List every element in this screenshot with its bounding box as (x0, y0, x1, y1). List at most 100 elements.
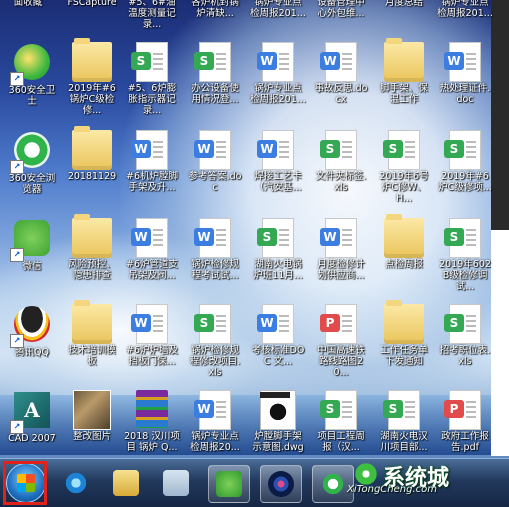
taskbar-file-explorer[interactable] (106, 465, 146, 501)
desktop-icon-wechat[interactable]: ↗ 微信 (4, 218, 60, 272)
spreadsheet-icon: S (320, 130, 357, 170)
taskbar-internet-explorer[interactable] (56, 465, 96, 501)
word-doc-icon: W (131, 130, 168, 170)
desktop-icon-rar[interactable]: 2018 汉川项目 锅炉 Q... (124, 390, 180, 453)
desktop-icon-doc[interactable]: W 锅炉检修规程考试试... (187, 218, 243, 281)
desktop-icon-xls[interactable]: S 锅炉检修规程修改项目.xls (187, 304, 243, 378)
taskbar-calculator[interactable] (156, 465, 196, 501)
folder-icon (384, 300, 424, 344)
desktop-icon-folder[interactable]: 工作任务单下发通知 (376, 300, 432, 367)
wechat-icon (216, 471, 242, 497)
window-edge-white (491, 230, 509, 456)
desktop-icon-fscapture[interactable]: FSCapture (64, 0, 120, 8)
desktop-icon-file[interactable]: 设备管理中心外包维... (313, 0, 369, 19)
desktop-icon-folder[interactable]: 20181129 (64, 126, 120, 182)
desktop-icon-doc[interactable]: W #6机炉膛脚手架及升... (124, 130, 180, 193)
desktop-icon-xls[interactable]: S 湖南火电汉川项目部... (376, 390, 432, 453)
spreadsheet-icon: S (444, 218, 481, 258)
desktop-icon-doc[interactable]: W 事故反思.docx (313, 42, 369, 105)
desktop-icon-360-browser[interactable]: ↗ 360安全浏览器 (4, 130, 60, 195)
word-doc-icon: W (194, 130, 231, 170)
folder-icon (72, 126, 112, 170)
360-browser-icon (320, 471, 346, 497)
word-doc-icon: W (131, 304, 168, 344)
desktop-icon-doc[interactable]: W 锅炉专业点检周报201... (250, 42, 306, 105)
watermark: 系统城 XiTongCheng.com (345, 458, 495, 498)
folder-icon (384, 38, 424, 82)
desktop-icon-xls[interactable]: S 项目工程周报（汉... (313, 390, 369, 453)
shortcut-arrow-icon: ↗ (10, 160, 24, 174)
spreadsheet-icon: S (257, 218, 294, 258)
desktop-icon-doc[interactable]: W 焊接工艺卡（汽安基... (250, 130, 306, 193)
spreadsheet-icon: S (194, 42, 231, 82)
pdf-icon: P (320, 304, 357, 344)
folder-icon (72, 214, 112, 258)
desktop-icon-pdf[interactable]: P 政府工作报告.pdf (437, 390, 493, 453)
desktop-icon-xls[interactable]: S 2019年6号炉C修W、H... (376, 130, 432, 204)
folder-icon (72, 300, 112, 344)
desktop-icon-folder[interactable]: 月度总结 (376, 0, 432, 8)
desktop-icon-file[interactable]: 锅炉专业点检周报201... (437, 0, 493, 19)
spreadsheet-icon: S (131, 42, 168, 82)
word-doc-icon: W (257, 304, 294, 344)
taskbar-wechat[interactable] (208, 465, 250, 503)
desktop-icon-doc[interactable]: W #6炉炉墙及挡板门保... (124, 304, 180, 367)
desktop-icon-xls[interactable]: S #5、6炉膨胀指示器记录... (124, 42, 180, 116)
desktop-icon-pdf[interactable]: P 中国高速铁路线路图20... (313, 304, 369, 378)
desktop-icon-folder[interactable]: 技术培训模板 (64, 300, 120, 367)
desktop: 面收藏 FSCapture #5、6#油温度测量记录... 各炉机封锅炉清缺..… (0, 0, 509, 506)
desktop-icon-cad[interactable]: A ↗ CAD 2007 (4, 390, 60, 444)
spreadsheet-icon: S (444, 304, 481, 344)
desktop-icon-folder[interactable]: 风险预控、隐患排查 (64, 214, 120, 281)
shortcut-arrow-icon: ↗ (10, 248, 24, 262)
photo-folder-icon (73, 390, 111, 430)
desktop-icon-file[interactable]: 锅炉专业点检周报201... (250, 0, 306, 19)
shortcut-arrow-icon: ↗ (10, 334, 24, 348)
word-doc-icon: W (320, 42, 357, 82)
desktop-icon-doc[interactable]: W 考核标准DOC 文... (250, 304, 306, 367)
desktop-icon-xls[interactable]: S 文件夹标签.xls (313, 130, 369, 193)
word-doc-icon: W (131, 218, 168, 258)
desktop-icon-xls[interactable]: S 2019年602B级检修调试... (437, 218, 493, 292)
word-doc-icon: W (257, 130, 294, 170)
desktop-icon-file[interactable]: 各炉机封锅炉清缺... (187, 0, 243, 19)
spreadsheet-icon: S (383, 130, 420, 170)
desktop-icon-doc[interactable]: W 热处理证件.doc (437, 42, 493, 105)
folder-library-icon (113, 470, 139, 496)
desktop-icon-xls[interactable]: S 办公设备使用情况登... (187, 42, 243, 105)
folder-icon (72, 38, 112, 82)
pdf-icon: P (444, 390, 481, 430)
desktop-icon-favorites[interactable]: 面收藏 (0, 0, 56, 8)
dwg-drawing-icon (260, 390, 296, 430)
spreadsheet-icon: S (444, 130, 481, 170)
desktop-icon-doc[interactable]: W #6炉管道支吊架及阀... (124, 218, 180, 281)
window-edge (491, 0, 509, 230)
desktop-icon-qq[interactable]: ↗ 腾讯QQ (4, 304, 60, 358)
word-doc-icon: W (194, 390, 231, 430)
spreadsheet-icon: S (320, 390, 357, 430)
desktop-icon-folder[interactable]: 2019年#6锅炉C级检修... (64, 38, 120, 116)
taskbar-feather-app[interactable] (260, 465, 302, 503)
shortcut-arrow-icon: ↗ (10, 420, 24, 434)
winrar-archive-icon (136, 390, 168, 428)
desktop-icon-folder[interactable]: 脚手架、保温工作 (376, 38, 432, 105)
word-doc-icon: W (320, 218, 357, 258)
desktop-icon-file[interactable]: #5、6#油温度测量记录... (124, 0, 180, 30)
desktop-icon-folder[interactable]: 点检周报 (376, 214, 432, 270)
desktop-icon-doc[interactable]: W 参考答案.doc (187, 130, 243, 193)
desktop-icon-xls[interactable]: S 2019年#6炉C级修项... (437, 130, 493, 193)
calculator-icon (163, 470, 189, 496)
word-doc-icon: W (257, 42, 294, 82)
desktop-icon-doc[interactable]: W 月度检修计划供应商... (313, 218, 369, 281)
word-doc-icon: W (194, 218, 231, 258)
desktop-icon-doc[interactable]: W 锅炉专业点检周报20... (187, 390, 243, 453)
desktop-icon-xls[interactable]: S 招考职位表.xls (437, 304, 493, 367)
folder-icon (384, 214, 424, 258)
shortcut-arrow-icon: ↗ (10, 72, 24, 86)
desktop-icon-xls[interactable]: S 湖南火电锅炉班11月... (250, 218, 306, 281)
desktop-icon-360-safe[interactable]: ↗ 360安全卫士 (4, 42, 60, 107)
watermark-url: XiTongCheng.com (347, 484, 437, 495)
internet-explorer-icon (63, 470, 89, 496)
desktop-icon-dwg[interactable]: 炉膛脚手架示意图.dwg (250, 390, 306, 453)
desktop-icon-folder[interactable]: 整改图片 (64, 390, 120, 442)
